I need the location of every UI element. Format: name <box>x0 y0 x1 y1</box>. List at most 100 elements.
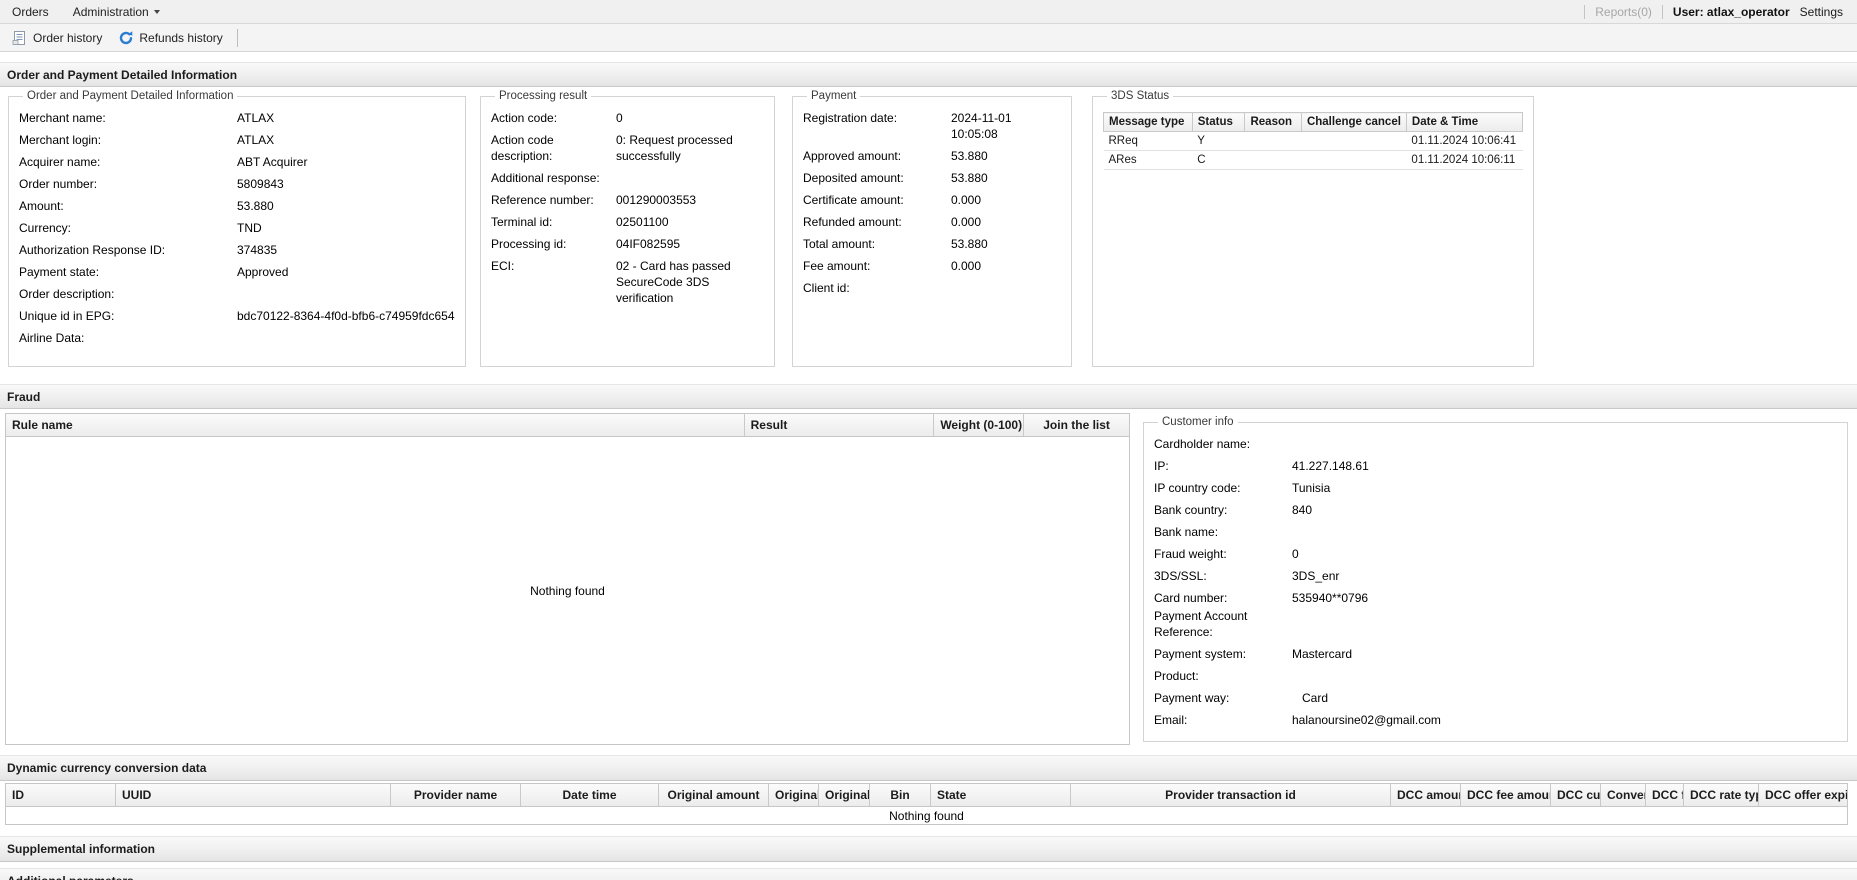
menu-orders-label: Orders <box>12 4 49 19</box>
info-row: Processing id: 04IF082595 <box>491 236 764 252</box>
tds-cell: 01.11.2024 10:06:41 <box>1406 131 1523 151</box>
info-row: Product: <box>1154 668 1837 684</box>
info-row: Merchant login: ATLAX <box>19 132 455 148</box>
field-label: Airline Data: <box>19 331 85 345</box>
chevron-down-icon <box>153 9 160 14</box>
field-value: 0.000 <box>951 193 982 207</box>
info-row: Amount: 53.880 <box>19 198 455 214</box>
dcc-col-original-fee: Original f <box>769 784 819 806</box>
info-row: Deposited amount: 53.880 <box>803 170 1061 186</box>
tds-col-message-type: Message type <box>1103 112 1193 132</box>
dcc-col-bin: Bin <box>870 784 931 806</box>
dcc-col-original-amount: Original amount <box>659 784 769 806</box>
field-value: ATLAX <box>237 111 275 125</box>
table-row: ARes C 01.11.2024 10:06:11 <box>1103 150 1523 170</box>
tds-cell: Y <box>1192 131 1245 151</box>
field-label: Bank name: <box>1154 525 1219 539</box>
info-row: Merchant name: ATLAX <box>19 110 455 126</box>
fraud-table: Rule name Result Weight (0-100) Join the… <box>5 413 1130 745</box>
field-label: IP: <box>1154 459 1169 473</box>
field-label: Payment way: <box>1154 691 1230 705</box>
refunds-history-button[interactable]: Refunds history <box>110 27 230 49</box>
info-row: Order description: <box>19 286 455 302</box>
section-fraud-header: Fraud <box>0 384 1857 409</box>
tds-col-challenge-cancel: Challenge cancel <box>1300 112 1407 132</box>
separator <box>1584 4 1586 19</box>
dcc-col-dcc-fee-amount: DCC fee amount <box>1461 784 1551 806</box>
menu-administration[interactable]: Administration <box>61 0 172 24</box>
info-row: Total amount: 53.880 <box>803 236 1061 252</box>
field-label: Product: <box>1154 669 1199 683</box>
field-label: IP country code: <box>1154 481 1241 495</box>
dcc-col-date-time: Date time <box>521 784 659 806</box>
dcc-col-provider-transaction-id: Provider transaction id <box>1071 784 1391 806</box>
order-history-icon <box>12 30 28 46</box>
field-value: Card <box>1302 691 1329 705</box>
tds-cell <box>1301 150 1407 170</box>
section-additional-title: Additional parameters <box>7 874 134 880</box>
current-user-label: User: atlax_operator <box>1672 4 1790 19</box>
dcc-col-dcc-offer-expiry: DCC offer expiry <box>1765 788 1847 802</box>
info-row: Refunded amount: 0.000 <box>803 214 1061 230</box>
menu-orders[interactable]: Orders <box>0 0 61 24</box>
menu-administration-label: Administration <box>72 4 149 19</box>
field-label: Payment Account Reference: <box>1154 609 1248 639</box>
tds-status-legend: 3DS Status <box>1111 90 1170 102</box>
field-value: Mastercard <box>1292 647 1353 661</box>
info-row: Authorization Response ID: 374835 <box>19 242 455 258</box>
field-label: Fraud weight: <box>1154 547 1227 561</box>
field-label: Unique id in EPG: <box>19 309 115 323</box>
dcc-table-empty-state: Nothing found <box>5 807 1848 825</box>
field-value: 001290003553 <box>616 193 697 207</box>
field-value: 535940**0796 <box>1292 591 1369 605</box>
field-label: Client id: <box>803 281 850 295</box>
info-row: Approved amount: 53.880 <box>803 148 1061 164</box>
field-label: Terminal id: <box>491 215 553 229</box>
info-row: Email: halanoursine02@gmail.com <box>1154 712 1837 728</box>
field-label: Processing id: <box>491 237 567 251</box>
tds-cell: RReq <box>1103 131 1193 151</box>
info-row: Currency: TND <box>19 220 455 236</box>
field-value: TND <box>237 221 262 235</box>
tds-header-row: Message type Status Reason Challenge can… <box>1103 112 1524 132</box>
menu-settings[interactable]: Settings <box>1800 5 1843 19</box>
field-value: 3DS_enr <box>1292 569 1340 583</box>
info-row: Acquirer name: ABT Acquirer <box>19 154 455 170</box>
field-label: Payment system: <box>1154 647 1247 661</box>
dcc-col-conversion: Conversi <box>1601 784 1646 806</box>
fraud-col-weight: Weight (0-100) <box>934 414 1025 436</box>
field-label: Email: <box>1154 713 1188 727</box>
dcc-col-provider-name: Provider name <box>391 784 521 806</box>
menubar-right: Reports(0) User: atlax_operator Settings <box>1584 4 1857 19</box>
dcc-col-dcc-amount: DCC amount <box>1391 784 1461 806</box>
section-supplemental-header: Supplemental information <box>0 836 1857 862</box>
info-row: IP: 41.227.148.61 <box>1154 458 1837 474</box>
section-dcc-header: Dynamic currency conversion data <box>0 755 1857 781</box>
field-value: Approved <box>237 265 289 279</box>
field-value: 02501100 <box>616 215 669 229</box>
field-value <box>1292 436 1837 452</box>
field-value: halanoursine02@gmail.com <box>1292 713 1441 727</box>
info-row: Card number: 535940**0796 <box>1154 590 1837 606</box>
field-value <box>237 286 455 302</box>
dcc-col-uuid: UUID <box>116 784 391 806</box>
menu-reports: Reports(0) <box>1595 4 1652 19</box>
dcc-col-id: ID <box>6 784 116 806</box>
field-value <box>1292 524 1837 540</box>
tds-cell <box>1301 131 1407 151</box>
field-value: 0 <box>616 111 623 125</box>
customer-info-legend: Customer info <box>1162 416 1234 428</box>
separator <box>236 28 238 47</box>
info-row: Action code: 0 <box>491 110 764 126</box>
info-row: ECI: 02 - Card has passed SecureCode 3DS … <box>491 258 764 306</box>
payment-fieldset: Payment Registration date: 2024-11-01 10:… <box>792 90 1072 367</box>
processing-result-fieldset: Processing result Action code: 0 Action c… <box>480 90 775 367</box>
dcc-table: ID UUID Provider name Date time Original… <box>5 783 1848 825</box>
field-value: 53.880 <box>237 199 274 213</box>
dcc-col-dcc-fee: DCC fee <box>1646 784 1684 806</box>
table-row: RReq Y 01.11.2024 10:06:41 <box>1103 131 1523 151</box>
order-history-button[interactable]: Order history <box>4 27 110 49</box>
field-label: 3DS/SSL: <box>1154 569 1207 583</box>
field-label: Card number: <box>1154 591 1228 605</box>
field-label: Additional response: <box>491 171 600 185</box>
